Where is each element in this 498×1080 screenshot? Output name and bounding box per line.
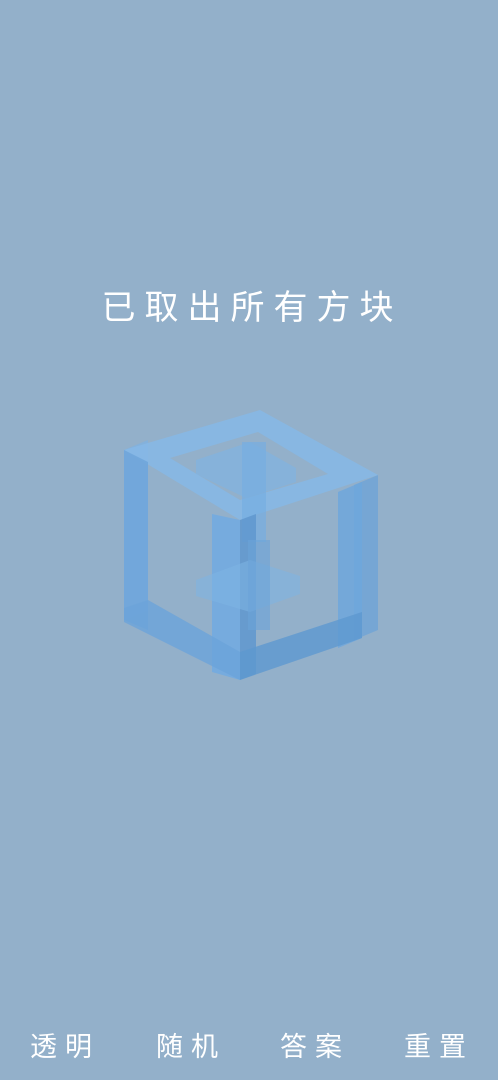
cube-frame-graphic[interactable] — [100, 390, 410, 700]
transparent-button[interactable]: 透明 — [20, 1022, 110, 1074]
cube-puzzle[interactable] — [100, 390, 410, 700]
cube-middle-vertical-block — [248, 540, 270, 630]
game-screen: 已取出所有方块 透明 随机 答案 重置 — [0, 0, 498, 1080]
answer-button[interactable]: 答案 — [270, 1022, 360, 1074]
status-message: 已取出所有方块 — [101, 288, 403, 328]
bottom-toolbar: 透明 随机 答案 重置 — [0, 1022, 498, 1074]
random-button[interactable]: 随机 — [146, 1022, 236, 1074]
reset-button[interactable]: 重置 — [394, 1022, 484, 1074]
